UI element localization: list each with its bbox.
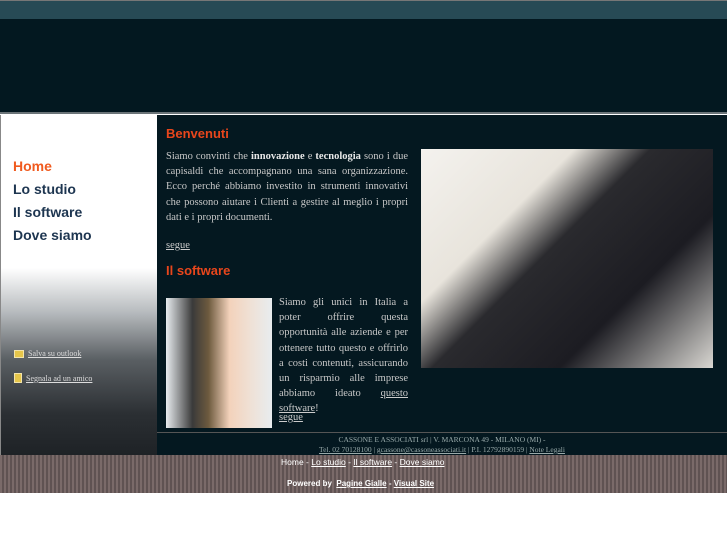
- pagine-gialle-link[interactable]: Pagine Gialle: [336, 479, 386, 488]
- address-line: CASSONE E ASSOCIATI srl | V. MARCONA 49 …: [338, 435, 546, 444]
- main-nav: Home Lo studio Il software Dove siamo: [13, 155, 92, 247]
- powered-label: Powered by: [287, 479, 332, 488]
- footer-il-software[interactable]: Il software: [353, 457, 392, 467]
- nav-home[interactable]: Home: [13, 155, 92, 178]
- footer-dove-siamo[interactable]: Dove siamo: [400, 457, 445, 467]
- vat-number: | P.I. 12792890159 |: [466, 445, 530, 454]
- nav-dove-siamo[interactable]: Dove siamo: [13, 224, 92, 247]
- visual-site-link[interactable]: Visual Site: [394, 479, 434, 488]
- address-bar: CASSONE E ASSOCIATI srl | V. MARCONA 49 …: [157, 432, 727, 455]
- legal-notes-link[interactable]: Note Legali: [529, 445, 565, 454]
- header-banner: [0, 19, 727, 114]
- powered-by: Powered by Pagine Gialle - Visual Site: [287, 479, 435, 488]
- signal-friend-label: Segnala ad un amico: [26, 373, 93, 383]
- person-icon: [14, 373, 22, 383]
- team-photo: [166, 298, 272, 428]
- contact-card-icon: [14, 349, 24, 358]
- footer-links: Home - Lo studio - Il software - Dove si…: [281, 457, 445, 467]
- nav-il-software[interactable]: Il software: [13, 201, 92, 224]
- phone-link[interactable]: Tel. 02 70128100: [319, 445, 372, 454]
- software-text: Siamo gli unici in Italia a poter offrir…: [279, 297, 408, 415]
- welcome-title: Benvenuti: [166, 126, 229, 141]
- business-team-photo: [421, 149, 713, 368]
- sidebar: Home Lo studio Il software Dove siamo Sa…: [0, 115, 157, 455]
- save-outlook-link[interactable]: Salva su outlook: [14, 349, 81, 358]
- footer-home[interactable]: Home: [281, 457, 304, 467]
- footer-lo-studio[interactable]: Lo studio: [311, 457, 346, 467]
- top-strip: [0, 0, 727, 19]
- software-title: Il software: [166, 263, 231, 278]
- signal-friend-link[interactable]: Segnala ad un amico: [14, 373, 92, 383]
- nav-lo-studio[interactable]: Lo studio: [13, 178, 92, 201]
- main-content: Benvenuti Siamo convinti che innovazione…: [157, 115, 727, 432]
- welcome-text: Siamo convinti che innovazione e tecnolo…: [166, 151, 408, 223]
- save-outlook-label: Salva su outlook: [28, 349, 82, 358]
- email-link[interactable]: gcassone@cassoneassociati.it: [377, 445, 466, 454]
- welcome-more-link[interactable]: segue: [166, 240, 190, 251]
- software-more-link[interactable]: segue: [279, 412, 303, 423]
- footer: Home - Lo studio - Il software - Dove si…: [0, 455, 727, 493]
